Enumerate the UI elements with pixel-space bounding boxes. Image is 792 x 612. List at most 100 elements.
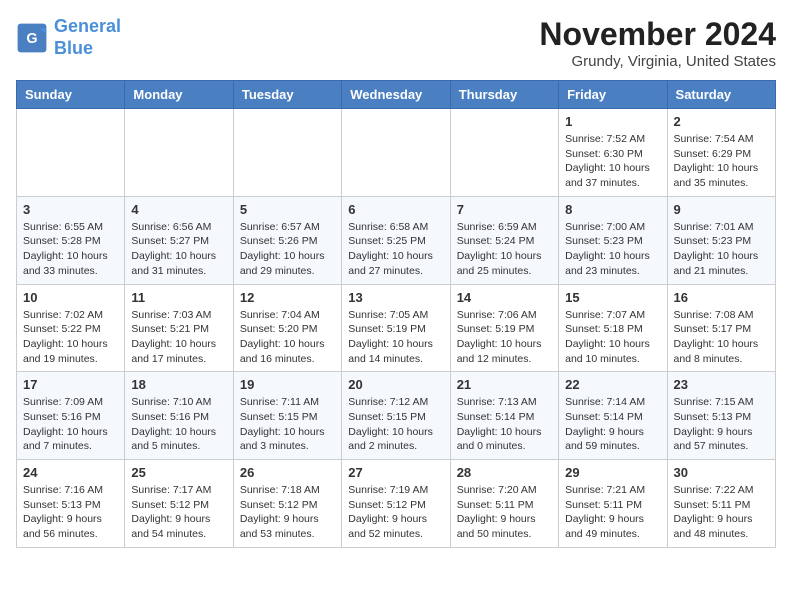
day-number: 28 (457, 465, 552, 480)
calendar-cell: 26 Sunrise: 7:18 AM Sunset: 5:12 PM Dayli… (233, 460, 341, 548)
day-number: 26 (240, 465, 335, 480)
day-info: Sunrise: 7:12 AM Sunset: 5:15 PM Dayligh… (348, 395, 443, 454)
day-number: 25 (131, 465, 226, 480)
month-title: November 2024 (539, 16, 776, 53)
calendar-cell: 21Sunrise: 7:13 AM Sunset: 5:14 PM Dayli… (450, 372, 558, 460)
day-info: Sunrise: 6:55 AM Sunset: 5:28 PM Dayligh… (23, 220, 118, 279)
calendar-cell: 30 Sunrise: 7:22 AM Sunset: 5:11 PM Dayli… (667, 460, 775, 548)
day-number: 18 (131, 377, 226, 392)
calendar-header: SundayMondayTuesdayWednesdayThursdayFrid… (17, 81, 776, 109)
day-info: Sunrise: 7:09 AM Sunset: 5:16 PM Dayligh… (23, 395, 118, 454)
day-number: 17 (23, 377, 118, 392)
title-area: November 2024 Grundy, Virginia, United S… (539, 16, 776, 70)
calendar-cell: 11Sunrise: 7:03 AM Sunset: 5:21 PM Dayli… (125, 284, 233, 372)
weekday-header-sunday: Sunday (17, 81, 125, 109)
calendar-cell (233, 109, 341, 197)
calendar-cell: 29 Sunrise: 7:21 AM Sunset: 5:11 PM Dayli… (559, 460, 667, 548)
calendar-cell: 15Sunrise: 7:07 AM Sunset: 5:18 PM Dayli… (559, 284, 667, 372)
day-info: Sunrise: 7:02 AM Sunset: 5:22 PM Dayligh… (23, 308, 118, 367)
weekday-header-row: SundayMondayTuesdayWednesdayThursdayFrid… (17, 81, 776, 109)
weekday-header-tuesday: Tuesday (233, 81, 341, 109)
day-info: Sunrise: 7:21 AM Sunset: 5:11 PM Dayligh… (565, 483, 660, 542)
calendar-cell: 28 Sunrise: 7:20 AM Sunset: 5:11 PM Dayli… (450, 460, 558, 548)
day-info: Sunrise: 7:54 AM Sunset: 6:29 PM Dayligh… (674, 132, 769, 191)
day-number: 7 (457, 202, 552, 217)
calendar-week-row: 1 Sunrise: 7:52 AM Sunset: 6:30 PM Daylig… (17, 109, 776, 197)
day-info: Sunrise: 7:10 AM Sunset: 5:16 PM Dayligh… (131, 395, 226, 454)
day-info: Sunrise: 6:59 AM Sunset: 5:24 PM Dayligh… (457, 220, 552, 279)
logo-line1: General (54, 16, 121, 36)
calendar-cell: 25 Sunrise: 7:17 AM Sunset: 5:12 PM Dayli… (125, 460, 233, 548)
day-info: Sunrise: 7:05 AM Sunset: 5:19 PM Dayligh… (348, 308, 443, 367)
day-info: Sunrise: 7:00 AM Sunset: 5:23 PM Dayligh… (565, 220, 660, 279)
weekday-header-friday: Friday (559, 81, 667, 109)
day-info: Sunrise: 6:56 AM Sunset: 5:27 PM Dayligh… (131, 220, 226, 279)
weekday-header-saturday: Saturday (667, 81, 775, 109)
calendar-week-row: 17 Sunrise: 7:09 AM Sunset: 5:16 PM Dayli… (17, 372, 776, 460)
day-number: 6 (348, 202, 443, 217)
day-number: 27 (348, 465, 443, 480)
day-number: 11 (131, 290, 226, 305)
day-info: Sunrise: 7:22 AM Sunset: 5:11 PM Dayligh… (674, 483, 769, 542)
day-info: Sunrise: 7:14 AM Sunset: 5:14 PM Dayligh… (565, 395, 660, 454)
day-number: 1 (565, 114, 660, 129)
calendar-body: 1 Sunrise: 7:52 AM Sunset: 6:30 PM Daylig… (17, 109, 776, 548)
day-number: 4 (131, 202, 226, 217)
logo-icon: G (16, 22, 48, 54)
day-number: 19 (240, 377, 335, 392)
day-info: Sunrise: 7:19 AM Sunset: 5:12 PM Dayligh… (348, 483, 443, 542)
calendar-cell: 2 Sunrise: 7:54 AM Sunset: 6:29 PM Daylig… (667, 109, 775, 197)
location: Grundy, Virginia, United States (539, 53, 776, 70)
day-number: 3 (23, 202, 118, 217)
day-info: Sunrise: 7:13 AM Sunset: 5:14 PM Dayligh… (457, 395, 552, 454)
day-info: Sunrise: 7:15 AM Sunset: 5:13 PM Dayligh… (674, 395, 769, 454)
svg-text:G: G (26, 30, 37, 46)
calendar-cell: 8 Sunrise: 7:00 AM Sunset: 5:23 PM Daylig… (559, 196, 667, 284)
calendar-cell: 22 Sunrise: 7:14 AM Sunset: 5:14 PM Dayli… (559, 372, 667, 460)
calendar-table: SundayMondayTuesdayWednesdayThursdayFrid… (16, 80, 776, 548)
day-number: 29 (565, 465, 660, 480)
day-number: 12 (240, 290, 335, 305)
day-info: Sunrise: 7:08 AM Sunset: 5:17 PM Dayligh… (674, 308, 769, 367)
day-number: 15 (565, 290, 660, 305)
day-info: Sunrise: 6:57 AM Sunset: 5:26 PM Dayligh… (240, 220, 335, 279)
calendar-cell: 16Sunrise: 7:08 AM Sunset: 5:17 PM Dayli… (667, 284, 775, 372)
day-info: Sunrise: 7:52 AM Sunset: 6:30 PM Dayligh… (565, 132, 660, 191)
day-info: Sunrise: 7:11 AM Sunset: 5:15 PM Dayligh… (240, 395, 335, 454)
calendar-cell: 14 Sunrise: 7:06 AM Sunset: 5:19 PM Dayli… (450, 284, 558, 372)
calendar-cell: 3 Sunrise: 6:55 AM Sunset: 5:28 PM Daylig… (17, 196, 125, 284)
calendar-cell: 6 Sunrise: 6:58 AM Sunset: 5:25 PM Daylig… (342, 196, 450, 284)
calendar-cell: 18 Sunrise: 7:10 AM Sunset: 5:16 PM Dayli… (125, 372, 233, 460)
day-number: 10 (23, 290, 118, 305)
day-number: 23 (674, 377, 769, 392)
calendar-week-row: 24Sunrise: 7:16 AM Sunset: 5:13 PM Dayli… (17, 460, 776, 548)
day-info: Sunrise: 7:06 AM Sunset: 5:19 PM Dayligh… (457, 308, 552, 367)
weekday-header-monday: Monday (125, 81, 233, 109)
calendar-cell: 19 Sunrise: 7:11 AM Sunset: 5:15 PM Dayli… (233, 372, 341, 460)
day-info: Sunrise: 7:17 AM Sunset: 5:12 PM Dayligh… (131, 483, 226, 542)
calendar-cell: 23 Sunrise: 7:15 AM Sunset: 5:13 PM Dayli… (667, 372, 775, 460)
calendar-week-row: 3 Sunrise: 6:55 AM Sunset: 5:28 PM Daylig… (17, 196, 776, 284)
day-info: Sunrise: 7:04 AM Sunset: 5:20 PM Dayligh… (240, 308, 335, 367)
day-number: 30 (674, 465, 769, 480)
calendar-cell (17, 109, 125, 197)
header: G General Blue November 2024 Grundy, Vir… (16, 16, 776, 70)
calendar-cell: 13Sunrise: 7:05 AM Sunset: 5:19 PM Dayli… (342, 284, 450, 372)
calendar-cell (125, 109, 233, 197)
calendar-cell (450, 109, 558, 197)
day-number: 14 (457, 290, 552, 305)
day-info: Sunrise: 6:58 AM Sunset: 5:25 PM Dayligh… (348, 220, 443, 279)
calendar-cell (342, 109, 450, 197)
day-number: 2 (674, 114, 769, 129)
day-number: 5 (240, 202, 335, 217)
calendar-cell: 20Sunrise: 7:12 AM Sunset: 5:15 PM Dayli… (342, 372, 450, 460)
day-number: 8 (565, 202, 660, 217)
day-info: Sunrise: 7:18 AM Sunset: 5:12 PM Dayligh… (240, 483, 335, 542)
calendar-cell: 27 Sunrise: 7:19 AM Sunset: 5:12 PM Dayli… (342, 460, 450, 548)
day-number: 22 (565, 377, 660, 392)
calendar-cell: 12 Sunrise: 7:04 AM Sunset: 5:20 PM Dayli… (233, 284, 341, 372)
day-number: 9 (674, 202, 769, 217)
day-info: Sunrise: 7:20 AM Sunset: 5:11 PM Dayligh… (457, 483, 552, 542)
calendar-cell: 5 Sunrise: 6:57 AM Sunset: 5:26 PM Daylig… (233, 196, 341, 284)
weekday-header-thursday: Thursday (450, 81, 558, 109)
